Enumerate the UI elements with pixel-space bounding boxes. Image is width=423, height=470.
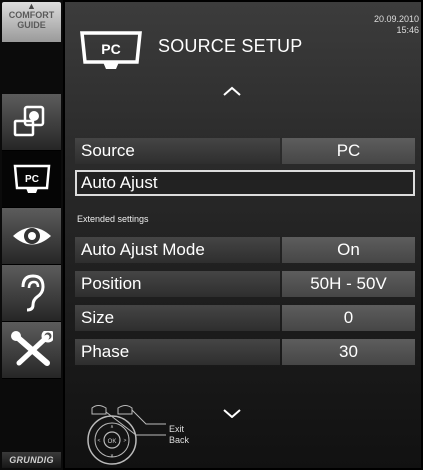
comfort-guide-label: COMFORT GUIDE — [8, 10, 55, 30]
source-icon — [13, 105, 44, 137]
scroll-up-icon[interactable] — [222, 86, 242, 96]
size-label: Size — [75, 305, 280, 331]
auto-ajust-label: Auto Ajust — [75, 170, 415, 196]
svg-text:OK: OK — [108, 439, 117, 445]
sidebar-item-picture[interactable] — [2, 208, 61, 265]
remote-navigation-icon: OK ∧ ∨ < > — [87, 405, 166, 465]
phase-value[interactable]: 30 — [282, 339, 415, 365]
page-title: SOURCE SETUP — [158, 36, 303, 56]
source-row[interactable]: Source PC — [75, 138, 415, 164]
eye-icon — [12, 227, 51, 245]
date-display: 20.09.2010 — [373, 14, 419, 24]
auto-ajust-mode-row[interactable]: Auto Ajust Mode On — [75, 237, 415, 263]
ear-icon — [21, 274, 45, 312]
up-arrow-icon: ▲ — [27, 1, 36, 11]
phase-row[interactable]: Phase 30 — [75, 339, 415, 365]
position-value[interactable]: 50H - 50V — [282, 271, 415, 297]
svg-text:<: < — [98, 438, 101, 444]
svg-text:PC: PC — [25, 174, 39, 185]
sidebar-item-pc[interactable]: PC — [2, 151, 61, 208]
sidebar: ▲ COMFORT GUIDE PC GRUNDIG — [0, 0, 63, 470]
tools-icon — [10, 331, 53, 366]
source-label: Source — [75, 138, 280, 164]
phase-label: Phase — [75, 339, 280, 365]
size-value[interactable]: 0 — [282, 305, 415, 331]
back-label: Back — [169, 435, 190, 445]
scroll-down-icon[interactable] — [222, 408, 242, 418]
source-value[interactable]: PC — [282, 138, 415, 164]
svg-text:∧: ∧ — [110, 424, 114, 430]
svg-text:∨: ∨ — [110, 453, 114, 459]
svg-text:>: > — [124, 438, 127, 444]
auto-ajust-mode-label: Auto Ajust Mode — [75, 237, 280, 263]
exit-label: Exit — [169, 424, 185, 434]
time-display: 15:46 — [396, 25, 419, 35]
brand-logo: GRUNDIG — [2, 452, 61, 468]
header-pc-icon: PC — [80, 31, 142, 69]
sidebar-item-source[interactable] — [2, 94, 61, 151]
svg-text:PC: PC — [101, 41, 120, 57]
position-label: Position — [75, 271, 280, 297]
comfort-guide-button[interactable]: ▲ COMFORT GUIDE — [2, 2, 61, 42]
auto-ajust-button[interactable]: Auto Ajust — [75, 170, 415, 196]
position-row[interactable]: Position 50H - 50V — [75, 271, 415, 297]
auto-ajust-mode-value[interactable]: On — [282, 237, 415, 263]
pc-icon: PC — [13, 164, 50, 193]
size-row[interactable]: Size 0 — [75, 305, 415, 331]
sidebar-item-sound[interactable] — [2, 265, 61, 322]
sidebar-item-settings[interactable] — [2, 322, 61, 379]
extended-settings-heading: Extended settings — [77, 214, 149, 224]
